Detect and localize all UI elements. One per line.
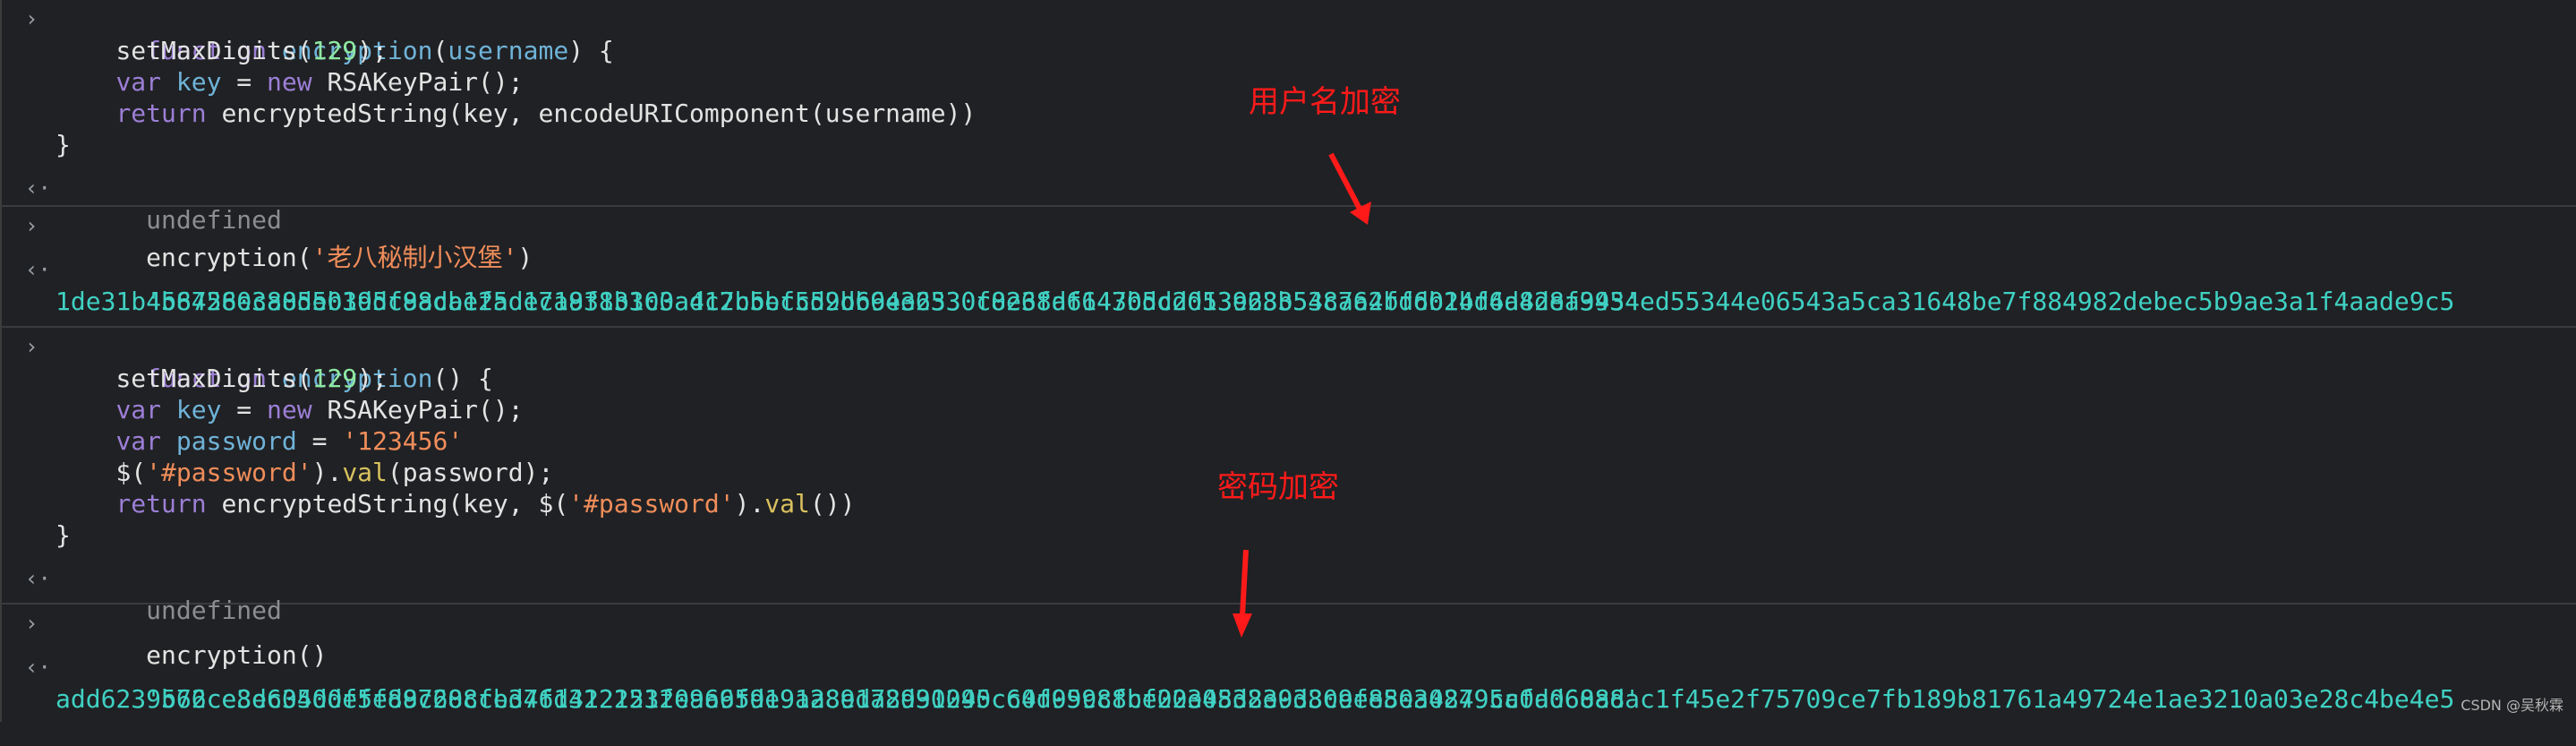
- console-result-hex[interactable]: ‹· '56726ec885eb1ddf98da125d1c18313100adc…: [2, 254, 2576, 316]
- console-entry-call-username: › encryption('老八秘制小汉堡') ‹· '56726ec885eb1d…: [2, 207, 2576, 328]
- console-result-hex[interactable]: ‹· '562ce3d604d0f5f887608fed4f14121532eaa…: [2, 652, 2576, 714]
- annotation-username-encryption: 用户名加密: [1249, 84, 1401, 120]
- input-prompt-icon: ›: [25, 6, 38, 31]
- console-result: ‹· undefined: [2, 563, 2576, 625]
- output-prompt-icon: ‹·: [25, 257, 51, 282]
- output-prompt-icon: ‹·: [25, 566, 51, 591]
- code-line: › function encryption() {: [2, 331, 2576, 393]
- code-line: var password = '123456': [115, 426, 464, 456]
- input-prompt-icon: ›: [25, 611, 38, 636]
- console-result-hex[interactable]: 1de31b4b845803a0d50395c8acbefade7a9f8b3c…: [2, 286, 2576, 317]
- output-prompt-icon: ‹·: [25, 176, 51, 201]
- input-prompt-icon: ›: [25, 213, 38, 238]
- console-entry-call-password: › encryption() ‹· '562ce3d604d0f5f887608fe…: [2, 605, 2576, 721]
- output-prompt-icon: ‹·: [25, 655, 51, 680]
- input-prompt-icon: ›: [25, 334, 38, 359]
- arrow-down-right-icon: [1328, 152, 1371, 225]
- code-line: }: [55, 520, 71, 550]
- code-line: › encryption(): [2, 608, 2576, 670]
- code-line: › encryption('老八秘制小汉堡'): [2, 210, 2576, 272]
- annotation-password-encryption: 密码加密: [1217, 469, 1339, 505]
- code-line: setMaxDigits(129);: [115, 36, 388, 65]
- code-line: }: [55, 130, 71, 159]
- code-line: var key = new RSAKeyPair();: [115, 395, 524, 424]
- code-line: setMaxDigits(129);: [115, 364, 388, 393]
- console-result: ‹· undefined: [2, 173, 2576, 235]
- console-result-hex[interactable]: add6239b76ce8ec350defed9c28ccb376d322221…: [2, 683, 2576, 715]
- watermark: CSDN @吴秋霖: [2461, 697, 2563, 714]
- arrow-down-icon: [1233, 549, 1252, 638]
- code-line: › function encryption(username) {: [2, 4, 2576, 65]
